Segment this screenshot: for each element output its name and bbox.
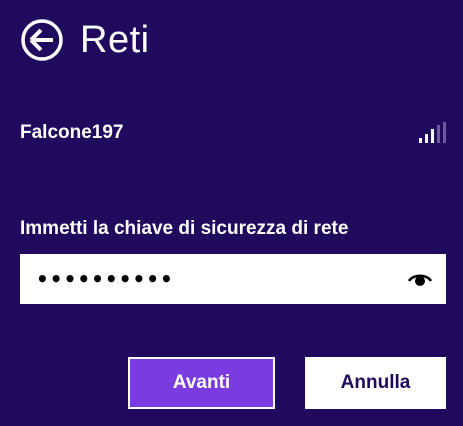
back-button[interactable]: [20, 18, 64, 62]
wifi-signal-bars-icon: [419, 122, 446, 143]
security-key-label: Immetti la chiave di sicurezza di rete: [20, 218, 349, 239]
password-value: ••••••••••: [36, 267, 174, 291]
password-field[interactable]: ••••••••••: [20, 254, 446, 304]
page-title: Reti: [80, 18, 150, 61]
header: Reti: [20, 14, 150, 66]
arrow-left-circle-icon: [21, 19, 63, 61]
network-name: Falcone197: [20, 122, 124, 143]
network-item: Falcone197: [20, 118, 446, 148]
eye-reveal-password-icon[interactable]: [408, 271, 432, 287]
cancel-button[interactable]: Annulla: [305, 357, 446, 409]
next-button[interactable]: Avanti: [128, 357, 275, 409]
